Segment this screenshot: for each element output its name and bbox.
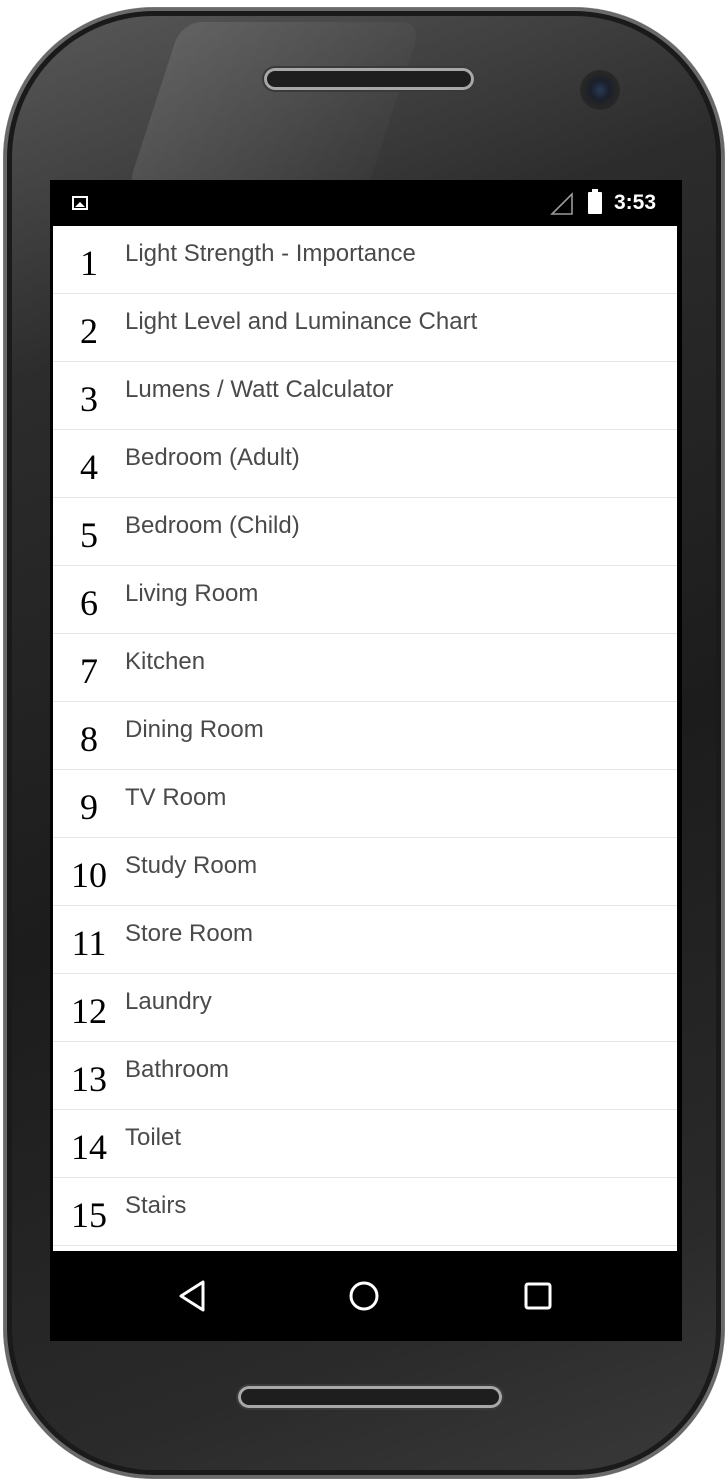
list-item-number: 10	[71, 855, 107, 895]
phone-glare	[126, 22, 422, 192]
list-item-label: TV Room	[125, 784, 227, 811]
home-icon[interactable]	[344, 1276, 384, 1316]
list-item-number: 4	[80, 447, 98, 487]
list-item[interactable]: 12 Laundry	[53, 974, 677, 1042]
list-item-label: Kitchen	[125, 648, 206, 675]
list-item-number: 8	[80, 719, 98, 759]
list-item[interactable]: 8 Dining Room	[53, 702, 677, 770]
navigation-bar	[50, 1251, 682, 1341]
list-item-number: 12	[71, 991, 107, 1031]
list-item[interactable]: 11 Store Room	[53, 906, 677, 974]
phone-screen: 3:53 1 Light Strength - Importance 2 Lig…	[50, 180, 682, 1341]
list-item[interactable]: 4 Bedroom (Adult)	[53, 430, 677, 498]
list-item[interactable]: 7 Kitchen	[53, 634, 677, 702]
bottom-speaker	[238, 1386, 502, 1408]
status-bar: 3:53	[50, 180, 682, 226]
list-item-label: Lumens / Watt Calculator	[125, 376, 394, 403]
picture-icon	[72, 196, 88, 210]
list-item[interactable]: 2 Light Level and Luminance Chart	[53, 294, 677, 362]
list-item-label: Stairs	[125, 1192, 187, 1219]
list-item[interactable]: 1 Light Strength - Importance	[53, 226, 677, 294]
list-item-number: 14	[71, 1127, 107, 1167]
back-icon[interactable]	[173, 1276, 213, 1316]
list-item-number: 5	[80, 515, 98, 555]
list-item-label: Dining Room	[125, 716, 264, 743]
list-item-number: 15	[71, 1195, 107, 1235]
list-item[interactable]: 15 Stairs	[53, 1178, 677, 1246]
list-item-label: Store Room	[125, 920, 254, 947]
list-item-label: Living Room	[125, 580, 259, 607]
list-item-number: 6	[80, 583, 98, 623]
list-item[interactable]: 9 TV Room	[53, 770, 677, 838]
list-item[interactable]: 14 Toilet	[53, 1110, 677, 1178]
list-item-number: 3	[80, 379, 98, 419]
list-item-number: 2	[80, 311, 98, 351]
list-item-number: 9	[80, 787, 98, 827]
earpiece-speaker	[264, 68, 474, 90]
list-item-number: 13	[71, 1059, 107, 1099]
list-item-number: 1	[80, 243, 98, 283]
list-item-number: 7	[80, 651, 98, 691]
list-item[interactable]: 10 Study Room	[53, 838, 677, 906]
list-item[interactable]: 3 Lumens / Watt Calculator	[53, 362, 677, 430]
list-item-label: Light Strength - Importance	[125, 240, 416, 267]
list-item-label: Study Room	[125, 852, 258, 879]
signal-icon	[550, 192, 573, 215]
battery-icon	[588, 189, 602, 214]
list-item[interactable]: 5 Bedroom (Child)	[53, 498, 677, 566]
list-item-label: Bedroom (Child)	[125, 512, 300, 539]
list-item-label: Laundry	[125, 988, 212, 1015]
list-item-label: Bathroom	[125, 1056, 230, 1083]
list-item-label: Bedroom (Adult)	[125, 444, 300, 471]
topic-list: 1 Light Strength - Importance 2 Light Le…	[53, 226, 677, 1251]
status-time: 3:53	[614, 191, 657, 214]
front-camera	[580, 70, 620, 110]
list-item-label: Toilet	[125, 1124, 182, 1151]
list-item-label: Light Level and Luminance Chart	[125, 308, 478, 335]
list-item[interactable]: 13 Bathroom	[53, 1042, 677, 1110]
list-item-number: 11	[71, 923, 107, 963]
recent-apps-icon[interactable]	[518, 1276, 558, 1316]
list-item[interactable]: 6 Living Room	[53, 566, 677, 634]
